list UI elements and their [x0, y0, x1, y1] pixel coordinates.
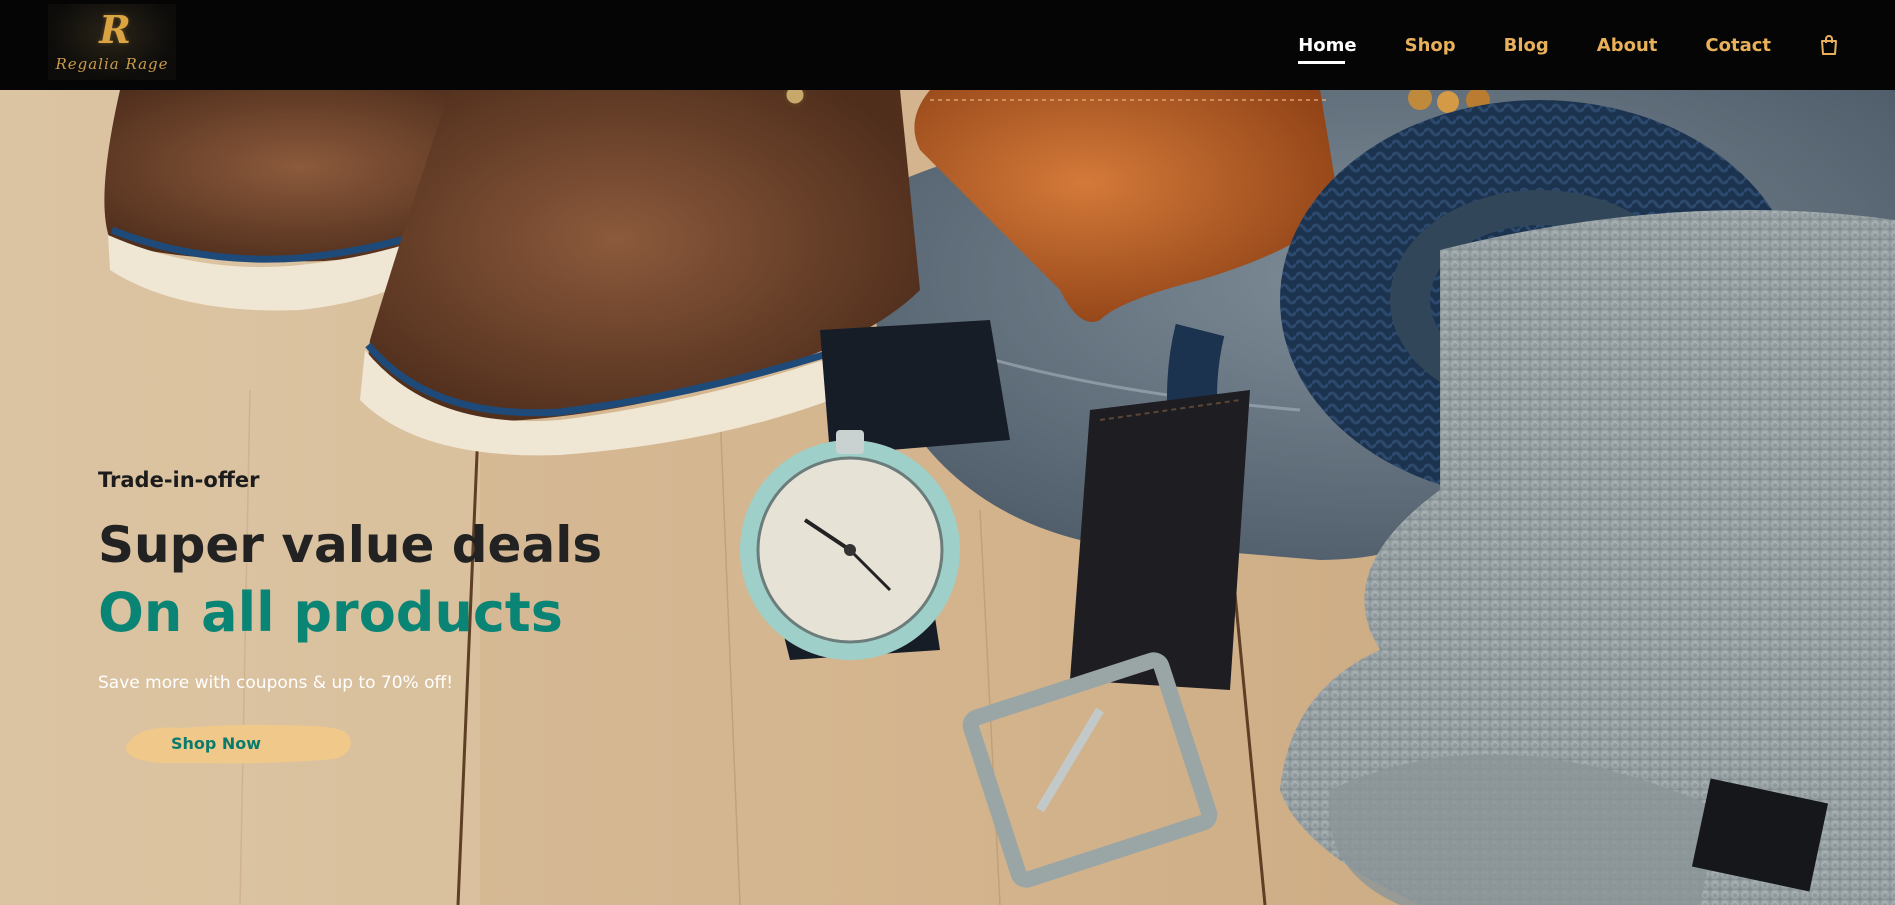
shop-now-button[interactable]: Shop Now [122, 719, 354, 767]
main-nav: Home Shop Blog About Cotact [1250, 0, 1839, 90]
shop-now-label: Shop Now [170, 733, 262, 753]
nav-item-shop[interactable]: Shop [1405, 35, 1456, 56]
nav-item-blog[interactable]: Blog [1504, 35, 1549, 56]
logo-mark: R [99, 7, 131, 52]
hero-subheadline: On all products [98, 580, 563, 644]
hero-copy: Trade-in-offer Super value deals On all … [98, 468, 798, 767]
hero-headline: Super value deals [98, 516, 603, 574]
nav-item-home[interactable]: Home [1298, 35, 1357, 64]
logo-text: Regalia Rage [55, 55, 169, 73]
shopping-bag-icon[interactable] [1819, 34, 1839, 56]
hero-banner: Trade-in-offer Super value deals On all … [0, 90, 1895, 905]
hero-eyebrow: Trade-in-offer [98, 468, 260, 492]
nav-item-contact[interactable]: Cotact [1705, 35, 1771, 56]
hero-description: Save more with coupons & up to 70% off! [98, 673, 454, 694]
site-header: R Regalia Rage Home Shop Blog About Cota… [0, 0, 1895, 90]
brand-logo[interactable]: R Regalia Rage [48, 4, 176, 80]
nav-item-about[interactable]: About [1597, 35, 1658, 56]
